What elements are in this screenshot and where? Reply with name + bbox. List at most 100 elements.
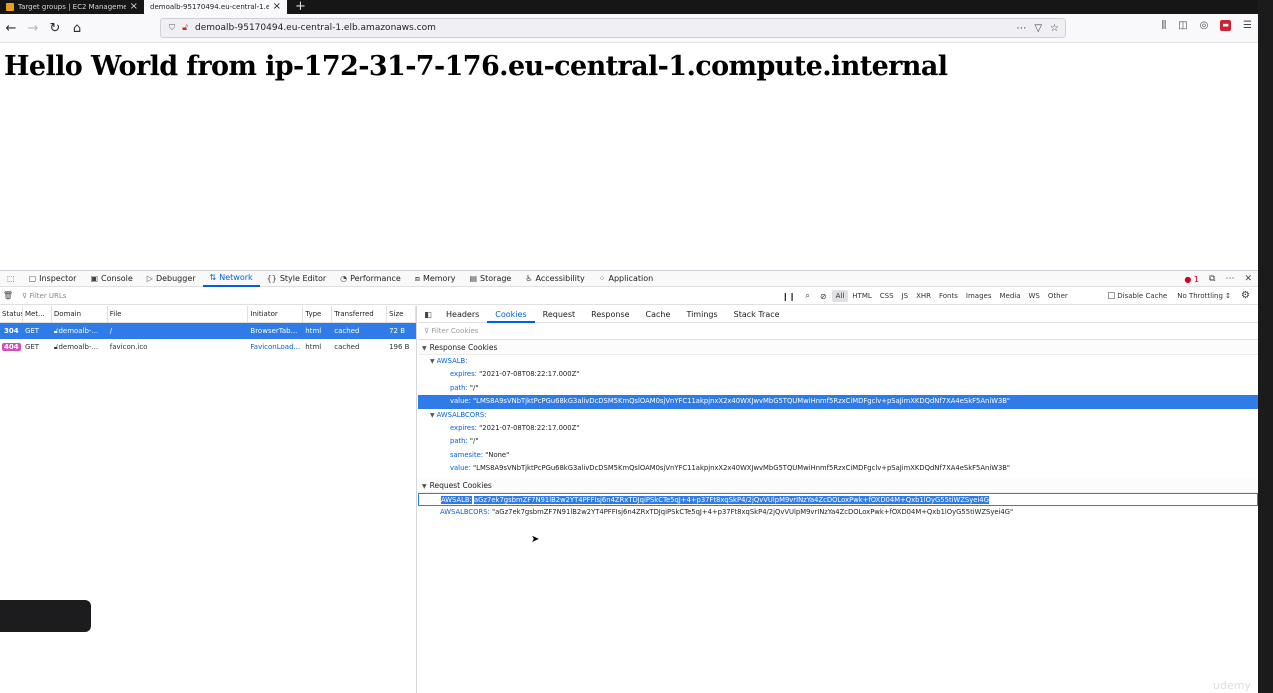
tab-label: Inspector xyxy=(39,274,77,283)
column-type[interactable]: Type xyxy=(303,305,333,323)
tab-cookies[interactable]: Cookies xyxy=(487,306,535,323)
toolbar-icons: ⫼ ◫ ◎ ▬ ☰ xyxy=(1162,20,1252,31)
filter-images[interactable]: Images xyxy=(962,290,996,302)
network-settings-gear-icon[interactable]: ⚙ xyxy=(1241,290,1250,301)
initiator-cell[interactable]: FaviconLoad... xyxy=(248,343,303,351)
account-icon[interactable]: ◎ xyxy=(1200,20,1209,31)
tab-accessibility[interactable]: ♿︎ Accessibility xyxy=(518,271,591,287)
pick-element-button[interactable]: ⬚ xyxy=(0,271,22,287)
tab-target-groups[interactable]: Target groups | EC2 Manageme × xyxy=(0,0,144,14)
filter-cookies-input[interactable]: ⊽ Filter Cookies xyxy=(418,323,1258,340)
filter-other[interactable]: Other xyxy=(1044,290,1072,302)
throttling-select[interactable]: No Throttling ↕ xyxy=(1177,292,1231,300)
more-options-icon[interactable]: ⋯ xyxy=(1225,274,1234,284)
url-text[interactable]: demoalb-95170494.eu-central-1.elb.amazon… xyxy=(195,23,1016,33)
tab-stack-trace[interactable]: Stack Trace xyxy=(726,306,788,323)
back-button[interactable]: ← xyxy=(0,17,22,39)
dock-icon[interactable]: ⧉ xyxy=(1209,274,1215,284)
request-details-panel: ◧ Headers Cookies Request Response Cache… xyxy=(418,306,1258,693)
library-icon[interactable]: ⫼ xyxy=(1162,20,1167,31)
extension-icon[interactable]: ▬ xyxy=(1220,20,1232,31)
request-cookies-section[interactable]: ▼ Request Cookies xyxy=(418,477,1258,493)
column-method[interactable]: Met... xyxy=(23,305,52,323)
tab-headers[interactable]: Headers xyxy=(438,306,487,323)
close-devtools-icon[interactable]: ✕ xyxy=(1244,274,1252,284)
tab-application[interactable]: ⁘ Application xyxy=(592,271,660,287)
tab-performance[interactable]: ◔ Performance xyxy=(333,271,408,287)
cookie-property[interactable]: expires: "2021-07-08T08:22:17.000Z" xyxy=(418,422,1258,435)
pause-icon[interactable]: ❙❙ xyxy=(777,290,800,303)
method-cell: GET xyxy=(24,343,40,351)
initiator-cell[interactable]: BrowserTab... xyxy=(248,327,303,335)
filter-ws[interactable]: WS xyxy=(1025,290,1044,302)
shield-icon[interactable]: ⛉ xyxy=(165,23,179,33)
request-row[interactable]: 304 GET 🔓︎demoalb-... / BrowserTab... ht… xyxy=(0,323,416,339)
tab-cache[interactable]: Cache xyxy=(638,306,679,323)
response-cookies-section[interactable]: ▼ Response Cookies xyxy=(418,340,1258,355)
column-file[interactable]: File xyxy=(108,305,249,323)
home-button[interactable]: ⌂ xyxy=(66,17,88,39)
tab-inspector[interactable]: ▢ Inspector xyxy=(22,271,84,287)
request-row[interactable]: 404 GET 🔓︎demoalb-... favicon.ico Favico… xyxy=(0,339,416,355)
cookie-property[interactable]: path: "/" xyxy=(418,435,1258,448)
tab-memory[interactable]: ⧈ Memory xyxy=(408,271,463,287)
column-transferred[interactable]: Transferred xyxy=(332,305,388,323)
cookie-awsalbcors[interactable]: ▼ AWSALBCORS: xyxy=(418,409,1258,422)
tab-debugger[interactable]: ▷ Debugger xyxy=(140,271,203,287)
tab-label: Style Editor xyxy=(279,274,327,283)
request-cookie-awsalbcors[interactable]: AWSALBCORS: "aGz7ek7gsbmZF7N91lB2w2YT4PF… xyxy=(418,506,1258,519)
tab-network[interactable]: ⇅ Network xyxy=(202,271,260,287)
cookie-property[interactable]: value: "LMS8A9sVNbTjktPcPGu68kG3alivDcDS… xyxy=(418,462,1258,475)
cookie-property[interactable]: expires: "2021-07-08T08:22:17.000Z" xyxy=(418,368,1258,381)
tab-storage[interactable]: ▤ Storage xyxy=(462,271,518,287)
tab-response[interactable]: Response xyxy=(583,306,637,323)
tab-demoalb[interactable]: demoalb-95170494.eu-central-1.elb × xyxy=(144,0,287,14)
page-actions-icon[interactable]: ⋯ xyxy=(1016,23,1026,34)
new-tab-button[interactable]: + xyxy=(287,0,314,14)
address-bar[interactable]: ⛉ 🔓︎ demoalb-95170494.eu-central-1.elb.a… xyxy=(160,18,1066,38)
cookie-property[interactable]: path: "/" xyxy=(418,382,1258,395)
clear-trash-icon[interactable]: 🗑︎ xyxy=(0,291,16,300)
disable-cache-checkbox[interactable]: Disable Cache xyxy=(1108,292,1167,300)
pocket-icon[interactable]: ▽ xyxy=(1034,23,1042,34)
close-icon[interactable]: × xyxy=(273,2,281,12)
cookie-property[interactable]: samesite: "None" xyxy=(418,449,1258,462)
expand-arrow-icon: ▼ xyxy=(430,358,435,365)
error-count-badge[interactable]: ● 1 xyxy=(1184,275,1199,284)
filter-css[interactable]: CSS xyxy=(876,290,898,302)
filter-fonts[interactable]: Fonts xyxy=(935,290,962,302)
cookie-value[interactable]: aGz7ek7gsbmZF7N91lB2w2YT4PFFIsj6n4ZRxTDJ… xyxy=(474,495,989,504)
filter-xhr[interactable]: XHR xyxy=(912,290,935,302)
status-badge: 304 xyxy=(2,327,21,335)
bookmark-star-icon[interactable]: ☆ xyxy=(1050,23,1059,34)
block-icon[interactable]: ⊘ xyxy=(815,290,832,303)
tab-console[interactable]: ▣ Console xyxy=(83,271,139,287)
reload-button[interactable]: ↻ xyxy=(44,17,66,39)
menu-icon[interactable]: ☰ xyxy=(1243,20,1252,31)
column-status[interactable]: Status xyxy=(0,305,23,323)
close-icon[interactable]: × xyxy=(130,2,138,12)
insecure-lock-icon[interactable]: 🔓︎ xyxy=(179,23,191,33)
tab-label: Application xyxy=(608,274,654,283)
column-initiator[interactable]: Initiator xyxy=(248,305,304,323)
column-domain[interactable]: Domain xyxy=(52,305,108,323)
tab-request[interactable]: Request xyxy=(535,306,584,323)
filter-html[interactable]: HTML xyxy=(848,290,875,302)
request-cookie-awsalb[interactable]: AWSALB: aGz7ek7gsbmZF7N91lB2w2YT4PFFIsj6… xyxy=(418,492,1258,506)
transferred-cell: cached xyxy=(334,343,360,351)
sidebar-icon[interactable]: ◫ xyxy=(1178,20,1187,31)
filter-all[interactable]: All xyxy=(831,290,849,302)
search-icon[interactable]: ⌕ xyxy=(800,289,814,303)
devtools-panel: ⬚ ▢ Inspector ▣ Console ▷ Debugger ⇅ Network… xyxy=(0,270,1258,693)
filter-media[interactable]: Media xyxy=(995,290,1024,302)
toggle-sidebar-icon[interactable]: ◧ xyxy=(418,310,438,319)
cookie-awsalb[interactable]: ▼ AWSALB: xyxy=(418,355,1258,368)
forward-button[interactable]: → xyxy=(22,17,44,39)
cookie-property-selected[interactable]: value: "LMS8A9sVNbTjktPcPGu68kG3alivDcDS… xyxy=(418,395,1258,409)
tab-timings[interactable]: Timings xyxy=(678,306,725,323)
tab-style-editor[interactable]: {} Style Editor xyxy=(260,271,334,287)
overlay-panel xyxy=(0,600,91,632)
filter-urls-input[interactable]: ⊽ Filter URLs xyxy=(22,292,66,300)
filter-js[interactable]: JS xyxy=(898,290,913,302)
column-size[interactable]: Size xyxy=(387,305,417,323)
